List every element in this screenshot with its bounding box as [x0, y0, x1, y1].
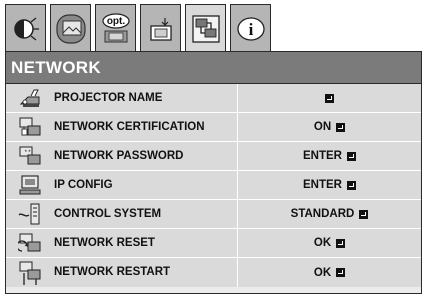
projector-name-icon	[6, 84, 54, 112]
control-system-icon	[6, 200, 54, 228]
menu-row-value[interactable]: OK	[238, 229, 421, 257]
svg-text:opt.: opt.	[106, 16, 125, 27]
menu-row-network-password[interactable]: ** NETWORK PASSWORD ENTER	[6, 142, 421, 171]
menu-row-label: CONTROL SYSTEM	[54, 200, 238, 228]
menu-row-value[interactable]: OK	[238, 258, 421, 287]
menu-row-label: NETWORK CERTIFICATION	[54, 113, 238, 141]
ip-config-icon	[6, 171, 54, 199]
menu-row-label: NETWORK RESTART	[54, 258, 238, 287]
image-icon	[55, 13, 86, 44]
enter-icon	[336, 268, 346, 277]
menu-row-network-reset[interactable]: NETWORK RESET OK	[6, 229, 421, 258]
network-reset-icon	[6, 229, 54, 257]
tab-network[interactable]	[185, 4, 226, 52]
menu-row-value[interactable]: ON	[238, 113, 421, 141]
enter-icon	[336, 238, 346, 248]
menu-row-value[interactable]: ENTER	[238, 142, 421, 170]
enter-icon	[336, 122, 346, 132]
menu-row-network-restart[interactable]: NETWORK RESTART OK	[6, 258, 421, 287]
menu-row-value-text: ENTER	[303, 179, 342, 191]
tab-picture-adjust[interactable]	[5, 4, 46, 52]
network-certification-icon	[6, 113, 54, 141]
network-password-icon: **	[6, 142, 54, 170]
menu-row-network-certification[interactable]: NETWORK CERTIFICATION ON	[6, 113, 421, 142]
brightness-icon	[13, 16, 39, 41]
information-icon: i	[236, 16, 265, 41]
menu-row-value-text: OK	[313, 237, 332, 249]
setting-icon	[149, 17, 172, 41]
enter-icon	[325, 93, 334, 103]
tab-setting[interactable]	[140, 4, 181, 52]
menu-row-value-text: OK	[313, 266, 332, 279]
menu-row-value[interactable]: STANDARD	[238, 200, 421, 228]
menu-title: NETWORK	[6, 52, 421, 84]
menu-row-value-text: STANDARD	[290, 208, 355, 220]
tab-information[interactable]: i	[230, 4, 271, 52]
enter-icon	[346, 180, 356, 190]
menu-row-label: PROJECTOR NAME	[54, 84, 238, 112]
menu-row-value-text: ENTER	[303, 150, 342, 162]
network-menu-panel: NETWORK PROJECTOR NAME NETWORK CERTIFICA…	[5, 51, 422, 294]
menu-row-value[interactable]: ENTER	[238, 171, 421, 199]
enter-icon	[346, 151, 356, 161]
menu-row-control-system[interactable]: CONTROL SYSTEM STANDARD	[6, 200, 421, 229]
enter-icon	[359, 209, 369, 219]
menu-row-ip-config[interactable]: IP CONFIG ENTER	[6, 171, 421, 200]
svg-text:i: i	[248, 20, 253, 39]
menu-row-projector-name[interactable]: PROJECTOR NAME	[6, 84, 421, 113]
tab-option[interactable]: opt.	[95, 4, 136, 52]
network-restart-icon	[6, 258, 54, 287]
network-icon	[191, 14, 220, 43]
menu-row-label: NETWORK RESET	[54, 229, 238, 257]
menu-tab-strip: opt. i	[5, 4, 271, 52]
svg-text:**: **	[24, 149, 31, 156]
menu-row-value[interactable]	[238, 84, 421, 112]
menu-row-value-text: ON	[313, 121, 332, 133]
menu-row-label: IP CONFIG	[54, 171, 238, 199]
option-icon: opt.	[101, 12, 130, 42]
tab-image-select[interactable]	[50, 4, 91, 52]
menu-row-label: NETWORK PASSWORD	[54, 142, 238, 170]
menu-rows: PROJECTOR NAME NETWORK CERTIFICATION ON …	[6, 84, 421, 287]
projector-osd-menu: opt. i NETWORK PROJECTOR NAME NETWORK CE…	[0, 0, 427, 298]
